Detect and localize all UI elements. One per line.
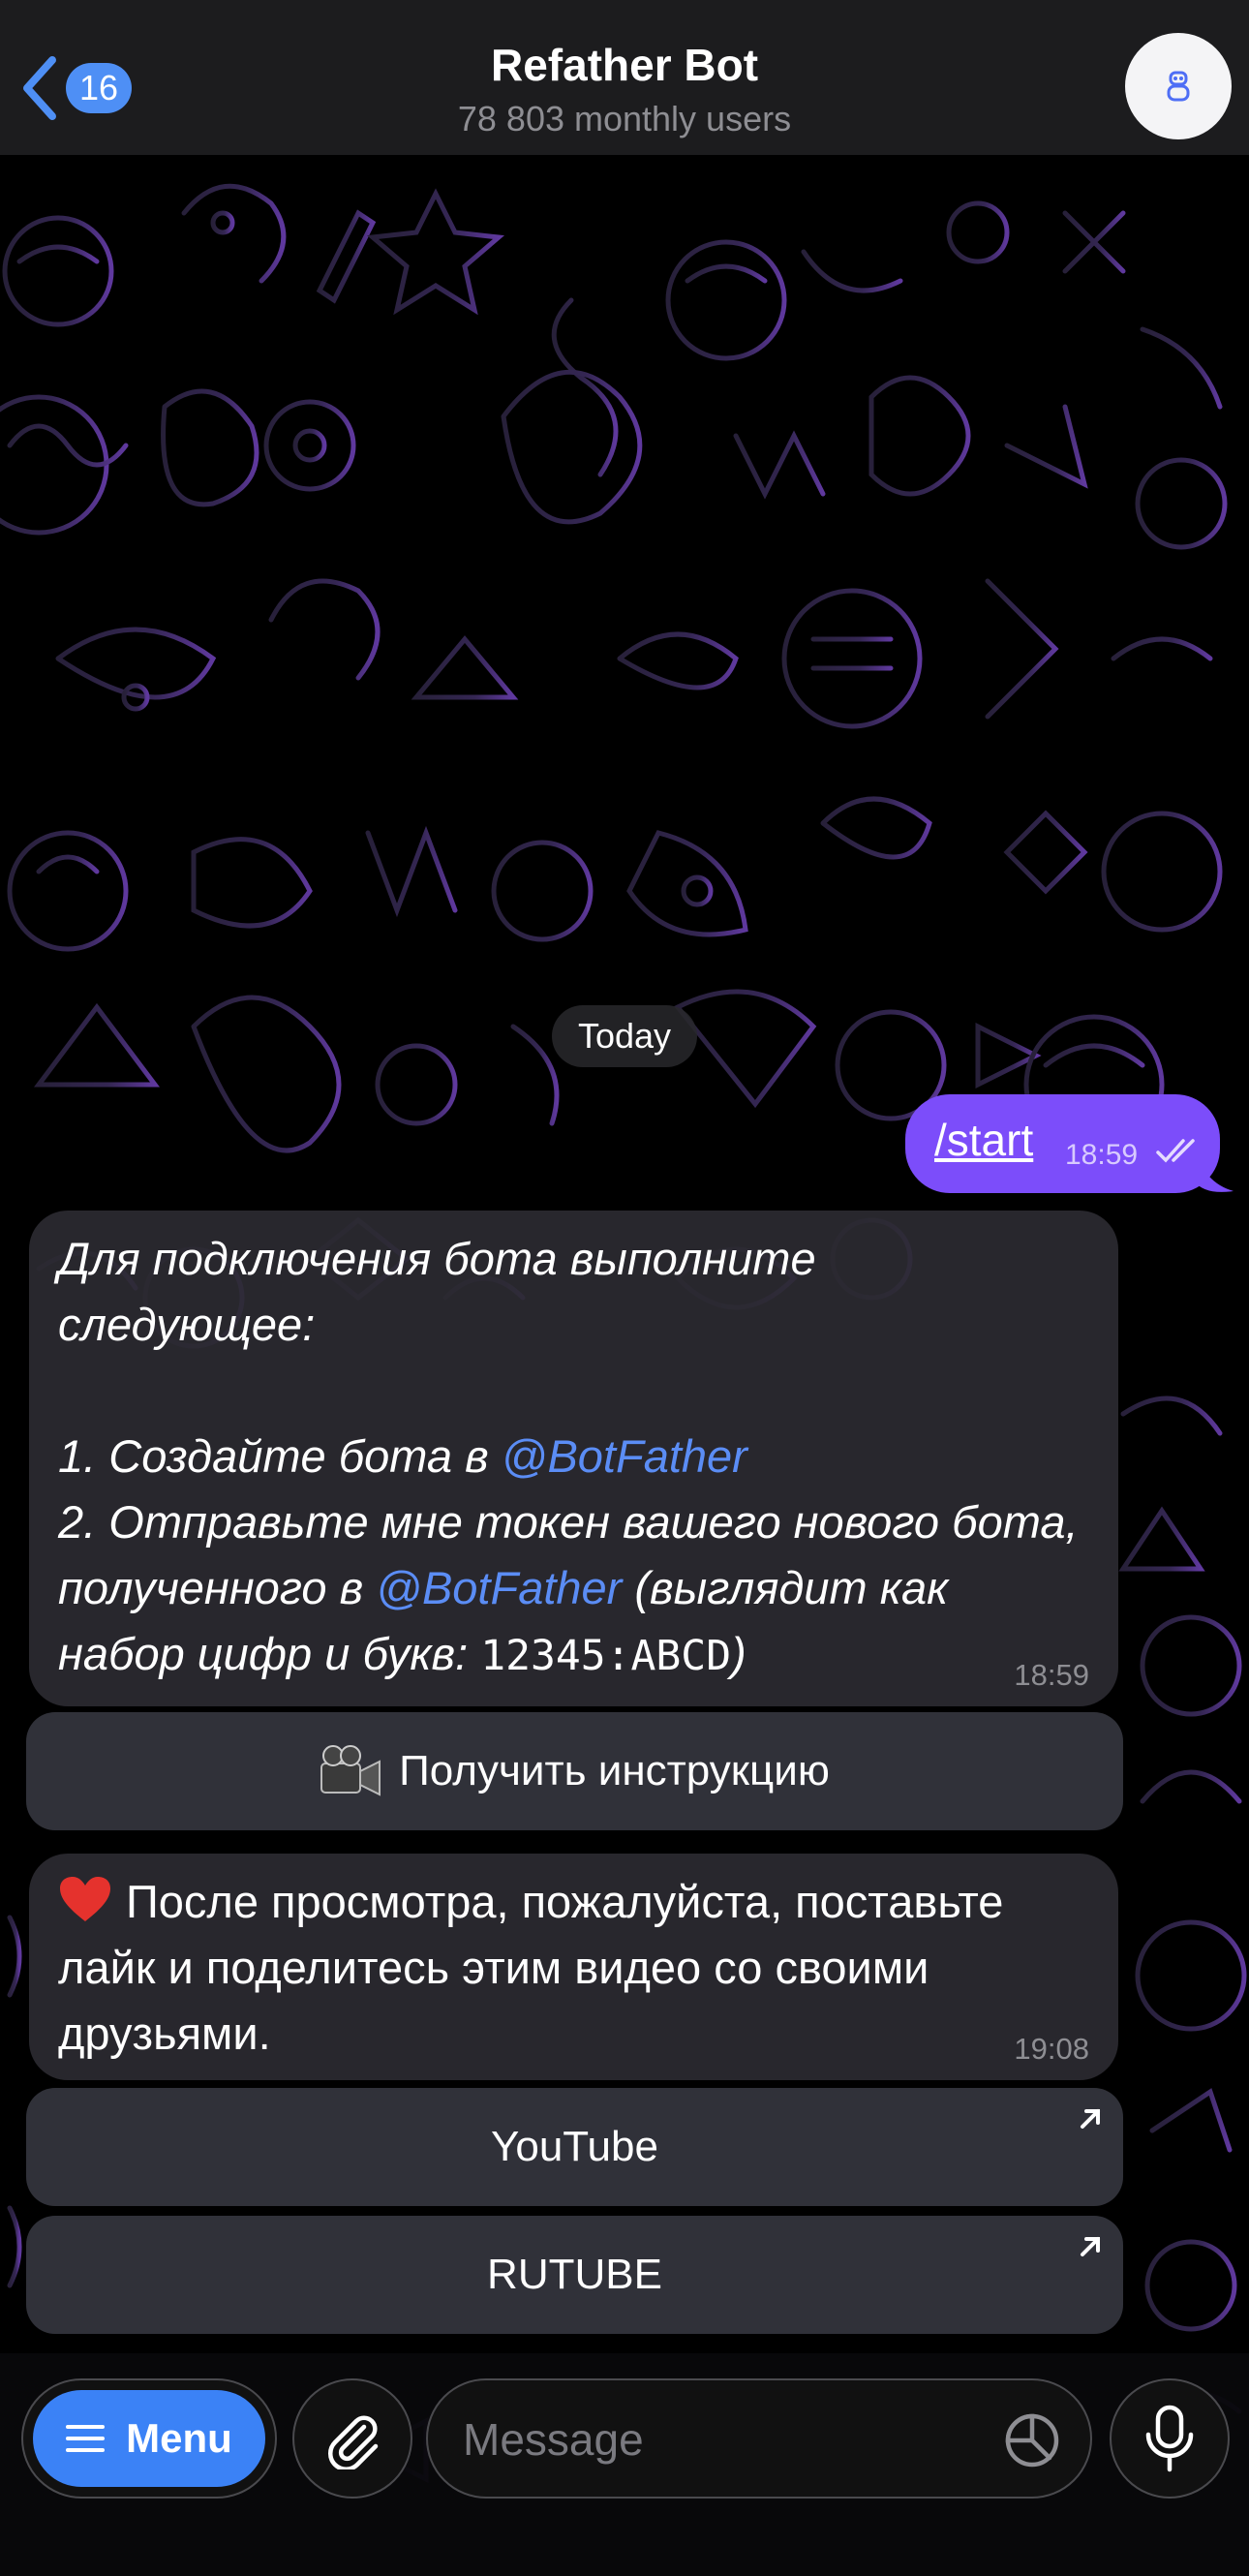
- paperclip-icon: [327, 2415, 379, 2469]
- rutube-link-button[interactable]: RUTUBE: [26, 2216, 1123, 2334]
- chat-header: 16 Refather Bot 78 803 monthly users: [0, 0, 1249, 155]
- voice-message-button[interactable]: [1110, 2378, 1230, 2499]
- incoming-message: После просмотра, пожалуйста, поставьте л…: [29, 1854, 1118, 2080]
- date-separator: Today: [552, 1005, 697, 1067]
- get-instruction-button[interactable]: Получить инструкцию: [26, 1712, 1123, 1830]
- attach-button[interactable]: [292, 2378, 412, 2499]
- sticker-icon[interactable]: [1003, 2411, 1061, 2469]
- chat-subtitle: 78 803 monthly users: [457, 99, 792, 138]
- message-text: Для подключения бота выполните следующее…: [58, 1233, 1079, 1680]
- read-ticks-icon: [1156, 1139, 1195, 1163]
- external-link-icon: [1081, 2237, 1100, 2256]
- token-example: 12345:ABCD: [480, 1632, 732, 1680]
- heart-icon: [60, 1877, 110, 1921]
- message-time: 19:08: [1014, 2032, 1089, 2066]
- message-input[interactable]: [463, 2407, 1005, 2471]
- bot-avatar-icon: [1167, 71, 1190, 102]
- chat-title[interactable]: Refather Bot: [0, 39, 1249, 91]
- button-label: RUTUBE: [487, 2251, 662, 2298]
- message-input-frame: [426, 2378, 1092, 2499]
- external-link-icon: [1081, 2109, 1100, 2129]
- menu-button[interactable]: Menu: [33, 2390, 265, 2487]
- outgoing-message[interactable]: /start 18:59: [905, 1094, 1220, 1193]
- menu-label: Menu: [126, 2415, 232, 2461]
- command-link[interactable]: /start: [934, 1114, 1033, 1166]
- botfather-mention-link[interactable]: @BotFather: [502, 1430, 747, 1482]
- message-time: 18:59: [1014, 1658, 1089, 1692]
- button-label: Получить инструкцию: [399, 1747, 830, 1794]
- message-input-bar: Menu: [0, 2353, 1249, 2576]
- message-time: 18:59: [1065, 1139, 1139, 1171]
- menu-button-frame: Menu: [21, 2378, 277, 2499]
- message-text: После просмотра, пожалуйста, поставьте л…: [58, 1876, 1004, 2059]
- youtube-link-button[interactable]: YouTube: [26, 2088, 1123, 2206]
- camera-icon: [320, 1745, 381, 1796]
- button-label: YouTube: [491, 2123, 658, 2170]
- menu-lines-icon: [66, 2425, 106, 2452]
- incoming-message: Для подключения бота выполните следующее…: [29, 1211, 1118, 1706]
- microphone-icon: [1145, 2405, 1194, 2472]
- botfather-mention-link[interactable]: @BotFather: [376, 1562, 622, 1613]
- bot-avatar[interactable]: [1125, 33, 1232, 139]
